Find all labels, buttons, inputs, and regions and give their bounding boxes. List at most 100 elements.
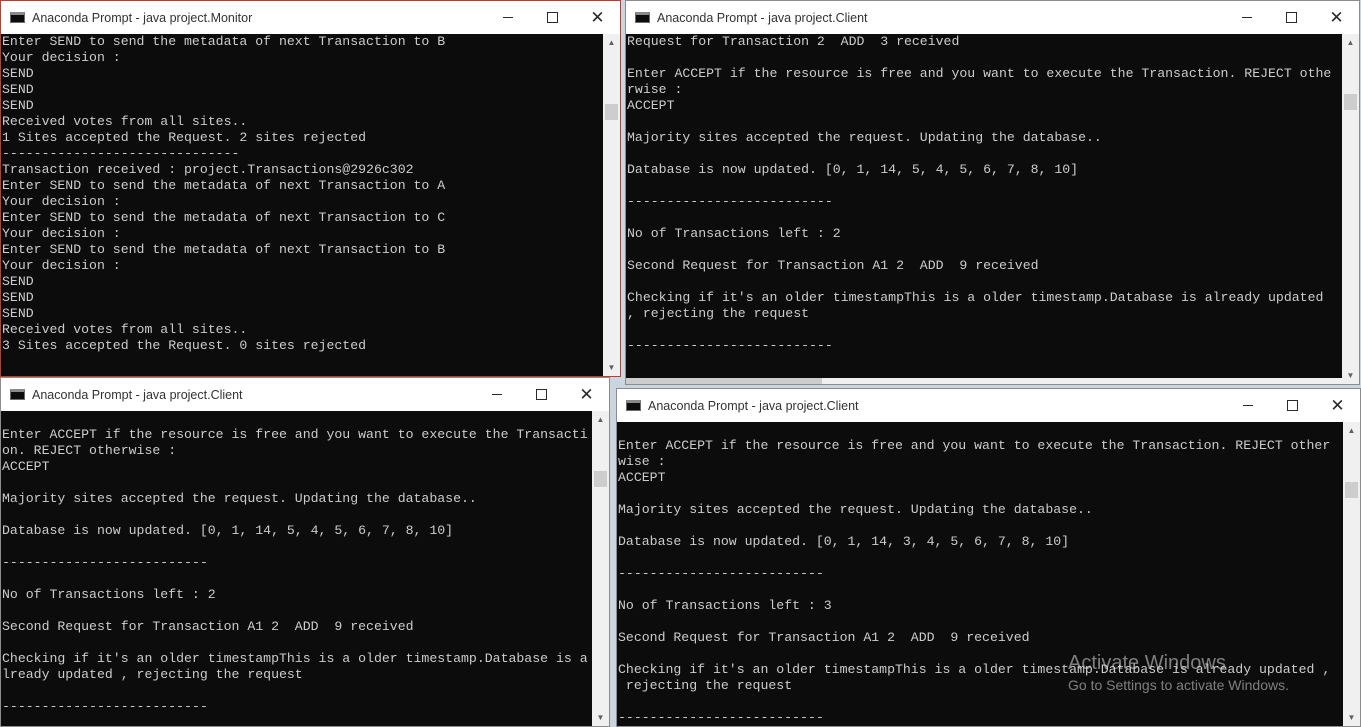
console-line: Majority sites accepted the request. Upd… — [2, 491, 477, 506]
minimize-button[interactable] — [1224, 1, 1269, 34]
minimize-icon — [502, 17, 513, 18]
scroll-down-arrow-icon[interactable]: ▼ — [1343, 709, 1360, 726]
console-line: -------------------------- — [2, 555, 208, 570]
title-bar[interactable]: Anaconda Prompt - java project.Client ✕ — [1, 378, 609, 411]
console-output[interactable]: Enter SEND to send the metadata of next … — [1, 34, 603, 376]
horizontal-scrollbar[interactable] — [626, 378, 1342, 384]
scroll-up-arrow-icon[interactable]: ▲ — [592, 411, 609, 428]
console-text: Enter ACCEPT if the resource is free and… — [617, 422, 1343, 726]
scroll-up-arrow-icon[interactable]: ▲ — [603, 34, 620, 51]
monitor-window[interactable]: Anaconda Prompt - java project.Monitor ✕… — [0, 0, 621, 377]
console-line: No of Transactions left : 2 — [627, 226, 841, 241]
close-button[interactable]: ✕ — [1315, 389, 1360, 422]
console-line: Your decision : — [2, 226, 121, 241]
close-icon: ✕ — [579, 385, 594, 404]
terminal-icon — [10, 389, 25, 400]
client-window-bottom-left[interactable]: Anaconda Prompt - java project.Client ✕ … — [0, 377, 610, 727]
maximize-button[interactable] — [519, 378, 564, 411]
console-line: Transaction received : project.Transacti… — [2, 162, 414, 177]
console-output[interactable]: Enter ACCEPT if the resource is free and… — [1, 411, 592, 726]
scroll-thumb[interactable] — [1345, 482, 1358, 498]
console-line: Database is now updated. [0, 1, 14, 5, 4… — [627, 162, 1079, 177]
maximize-icon — [1286, 12, 1297, 23]
console-line: rwise : — [627, 82, 683, 97]
console-line: Second Request for Transaction A1 2 ADD … — [618, 630, 1030, 645]
console-line: on. REJECT otherwise : — [2, 443, 177, 458]
console-line: SEND — [2, 290, 34, 305]
console-line: 3 Sites accepted the Request. 0 sites re… — [2, 338, 367, 353]
title-bar[interactable]: Anaconda Prompt - java project.Client ✕ — [617, 389, 1360, 422]
console-line: Checking if it's an older timestampThis … — [627, 290, 1324, 305]
console-line: Majority sites accepted the request. Upd… — [618, 502, 1093, 517]
terminal-icon — [635, 12, 650, 23]
console-line: Your decision : — [2, 194, 121, 209]
console-line: wise : — [618, 454, 666, 469]
console-line: Received votes from all sites.. — [2, 322, 248, 337]
title-bar[interactable]: Anaconda Prompt - java project.Monitor ✕ — [1, 1, 620, 34]
minimize-icon — [1241, 17, 1252, 18]
terminal-icon — [10, 12, 25, 23]
maximize-button[interactable] — [530, 1, 575, 34]
client-window-bottom-right[interactable]: Anaconda Prompt - java project.Client ✕ … — [616, 388, 1361, 727]
console-line: lready updated , rejecting the request — [2, 667, 303, 682]
console-line: ACCEPT — [2, 459, 50, 474]
maximize-button[interactable] — [1270, 389, 1315, 422]
minimize-button[interactable] — [1225, 389, 1270, 422]
scroll-thumb[interactable] — [605, 104, 618, 120]
close-button[interactable]: ✕ — [564, 378, 609, 411]
title-bar[interactable]: Anaconda Prompt - java project.Client ✕ — [626, 1, 1359, 34]
console-line: Checking if it's an older timestampThis … — [618, 662, 1331, 677]
console-line: SEND — [2, 98, 34, 113]
close-icon: ✕ — [1329, 8, 1344, 27]
scroll-up-arrow-icon[interactable]: ▲ — [1343, 422, 1360, 439]
console-line: SEND — [2, 66, 34, 81]
console-line: Enter ACCEPT if the resource is free and… — [2, 427, 588, 442]
console-line: Enter SEND to send the metadata of next … — [2, 242, 446, 257]
console-line: SEND — [2, 274, 34, 289]
console-line: Enter SEND to send the metadata of next … — [2, 210, 446, 225]
scroll-up-arrow-icon[interactable]: ▲ — [1342, 34, 1359, 51]
maximize-button[interactable] — [1269, 1, 1314, 34]
console-line: Majority sites accepted the request. Upd… — [627, 130, 1102, 145]
console-line: Your decision : — [2, 50, 121, 65]
console-line: Checking if it's an older timestampThis … — [2, 651, 588, 666]
minimize-button[interactable] — [474, 378, 519, 411]
console-line: No of Transactions left : 2 — [2, 587, 216, 602]
console-line: Enter SEND to send the metadata of next … — [2, 34, 446, 49]
console-line: -------------------------- — [618, 566, 824, 581]
vertical-scrollbar[interactable]: ▲ ▼ — [603, 34, 620, 376]
scroll-down-arrow-icon[interactable]: ▼ — [603, 359, 620, 376]
console-line: Enter ACCEPT if the resource is free and… — [627, 66, 1332, 81]
scroll-thumb[interactable] — [1344, 94, 1357, 110]
vertical-scrollbar[interactable]: ▲ ▼ — [592, 411, 609, 726]
vertical-scrollbar[interactable]: ▲ ▼ — [1342, 34, 1359, 384]
close-button[interactable]: ✕ — [575, 1, 620, 34]
console-line: Received votes from all sites.. — [2, 114, 248, 129]
window-title: Anaconda Prompt - java project.Client — [657, 10, 868, 25]
scroll-thumb[interactable] — [594, 471, 607, 487]
console-line: , rejecting the request — [627, 306, 810, 321]
minimize-button[interactable] — [485, 1, 530, 34]
console-line: SEND — [2, 306, 34, 321]
terminal-icon — [626, 400, 641, 411]
window-title: Anaconda Prompt - java project.Client — [648, 398, 859, 413]
console-line: Enter ACCEPT if the resource is free and… — [618, 438, 1331, 453]
scroll-down-arrow-icon[interactable]: ▼ — [1342, 367, 1359, 384]
console-line: -------------------------- — [627, 194, 833, 209]
console-output[interactable]: Enter ACCEPT if the resource is free and… — [617, 422, 1343, 726]
console-line: rejecting the request — [618, 678, 793, 693]
console-text: Enter SEND to send the metadata of next … — [1, 34, 603, 354]
horizontal-scroll-thumb[interactable] — [626, 378, 822, 384]
vertical-scrollbar[interactable]: ▲ ▼ — [1343, 422, 1360, 726]
console-line: Your decision : — [2, 258, 121, 273]
close-button[interactable]: ✕ — [1314, 1, 1359, 34]
console-text: Request for Transaction 2 ADD 3 received… — [626, 34, 1342, 354]
console-output[interactable]: Request for Transaction 2 ADD 3 received… — [626, 34, 1342, 378]
console-line: Second Request for Transaction A1 2 ADD … — [627, 258, 1039, 273]
console-line: ------------------------------ — [2, 146, 240, 161]
console-line: ACCEPT — [627, 98, 675, 113]
client-window-top-right[interactable]: Anaconda Prompt - java project.Client ✕ … — [625, 0, 1360, 385]
console-line: Database is now updated. [0, 1, 14, 3, 4… — [618, 534, 1070, 549]
console-text: Enter ACCEPT if the resource is free and… — [1, 411, 592, 715]
scroll-down-arrow-icon[interactable]: ▼ — [592, 709, 609, 726]
